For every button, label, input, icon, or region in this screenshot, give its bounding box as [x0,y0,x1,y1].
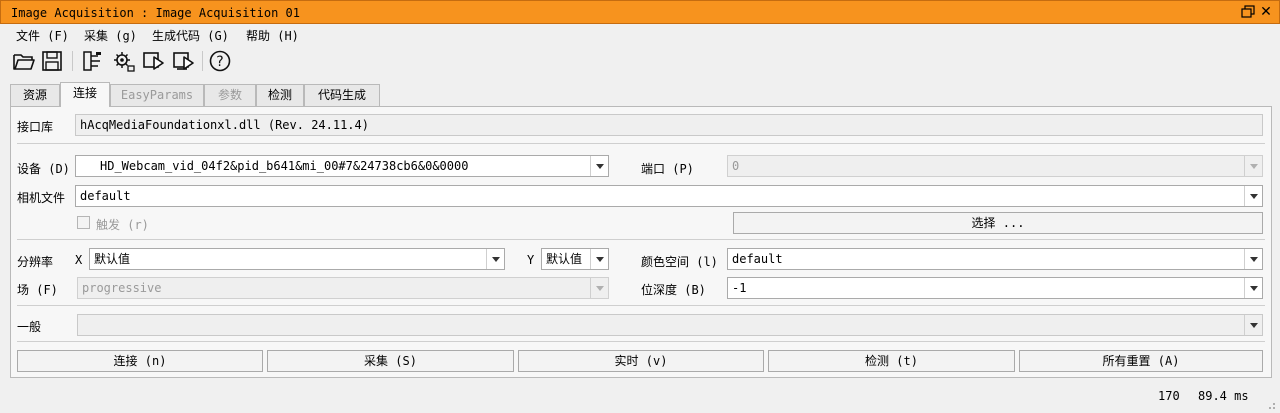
tab-easyparams[interactable]: EasyParams [110,84,204,106]
trigger-checkbox[interactable] [77,216,90,229]
color-space-value: default [732,252,783,266]
detect-button[interactable]: 检测 (t) [768,350,1015,372]
chevron-down-icon [1244,315,1262,335]
divider [17,143,1265,144]
color-space-label: 颜色空间 (l) [641,255,718,269]
device-select[interactable]: HD_Webcam_vid_04f2&pid_b641&mi_00#7&2473… [75,155,609,177]
port-value: 0 [732,159,740,173]
camera-file-select[interactable]: default [75,185,1263,207]
chevron-down-icon [1244,278,1262,298]
chevron-down-icon [590,278,608,298]
close-icon[interactable]: ✕ [1259,4,1273,20]
tab-code-generation[interactable]: 代码生成 [304,84,380,106]
general-label: 一般 [17,320,42,334]
tab-connection[interactable]: 连接 [60,82,110,107]
divider [17,341,1265,342]
title-bar: Image Acquisition : Image Acquisition 01… [0,0,1280,24]
window-title: Image Acquisition : Image Acquisition 01 [11,6,300,20]
tab-parameters[interactable]: 参数 [204,84,256,106]
select-button[interactable]: 选择 ... [733,212,1263,234]
menu-generate-code[interactable]: 生成代码 (G) [152,27,229,44]
chevron-down-icon [486,249,504,269]
menu-acquire[interactable]: 采集 (g) [84,27,137,44]
device-label: 设备 (D) [17,162,70,176]
tab-resources[interactable]: 资源 [10,84,60,106]
frame-count: 170 [1158,389,1180,403]
camera-file-label: 相机文件 [17,191,66,205]
resolution-y-label: Y [527,253,535,267]
camera-file-value: default [80,189,131,203]
chevron-down-icon [1244,249,1262,269]
chevron-down-icon [1244,156,1262,176]
frame-time: 89.4 ms [1198,389,1249,403]
bit-depth-label: 位深度 (B) [641,283,706,297]
restore-icon[interactable] [1241,5,1255,19]
divider [17,305,1265,306]
toolbar-separator [72,51,73,71]
trigger-label: 触发 (r) [96,218,149,232]
live-icon[interactable] [172,49,196,73]
tab-detect[interactable]: 检测 [256,84,304,106]
status-bar: 170 89.4 ms [0,384,1280,413]
menu-file[interactable]: 文件 (F) [16,27,69,44]
color-space-select[interactable]: default [727,248,1263,270]
save-icon[interactable] [40,49,64,73]
help-icon[interactable]: ? [208,49,232,73]
menu-bar: 文件 (F) 采集 (g) 生成代码 (G) 帮助 (H) [0,24,1280,44]
help-glyph: ? [216,54,223,70]
folder-open-icon[interactable] [12,49,36,73]
toolbar-separator [202,51,203,71]
connect-button[interactable]: 连接 (n) [17,350,263,372]
resolution-y-select[interactable]: 默认值 [541,248,609,270]
device-value: HD_Webcam_vid_04f2&pid_b641&mi_00#7&2473… [100,159,469,173]
chevron-down-icon [590,249,608,269]
divider [17,239,1265,240]
chevron-down-icon [590,156,608,176]
port-select[interactable]: 0 [727,155,1263,177]
port-label: 端口 (P) [641,162,694,176]
toolbar: ? [0,44,1280,78]
connection-panel: 接口库 hAcqMediaFoundationxl.dll (Rev. 24.1… [10,106,1272,378]
bit-depth-value: -1 [732,281,747,295]
field-label: 场 (F) [17,283,58,297]
resolution-x-value: 默认值 [94,252,131,266]
interface-label: 接口库 [17,120,54,134]
reset-all-button[interactable]: 所有重置 (A) [1019,350,1263,372]
grab-button[interactable]: 采集 (S) [267,350,514,372]
size-grip-icon[interactable] [1266,400,1276,410]
live-button[interactable]: 实时 (v) [518,350,764,372]
field-select[interactable]: progressive [77,277,609,299]
resolution-label: 分辨率 [17,255,54,269]
menu-help[interactable]: 帮助 (H) [246,27,299,44]
resolution-y-value: 默认值 [546,252,583,266]
resolution-x-label: X [75,253,83,267]
resolution-x-select[interactable]: 默认值 [89,248,505,270]
settings-icon[interactable] [112,49,136,73]
general-select[interactable] [77,314,1263,336]
interface-library-field: hAcqMediaFoundationxl.dll (Rev. 24.11.4) [75,114,1263,136]
snap-icon[interactable] [142,49,166,73]
chevron-down-icon [1244,186,1262,206]
field-value: progressive [82,281,162,295]
gripper-icon[interactable] [80,49,104,73]
bit-depth-select[interactable]: -1 [727,277,1263,299]
